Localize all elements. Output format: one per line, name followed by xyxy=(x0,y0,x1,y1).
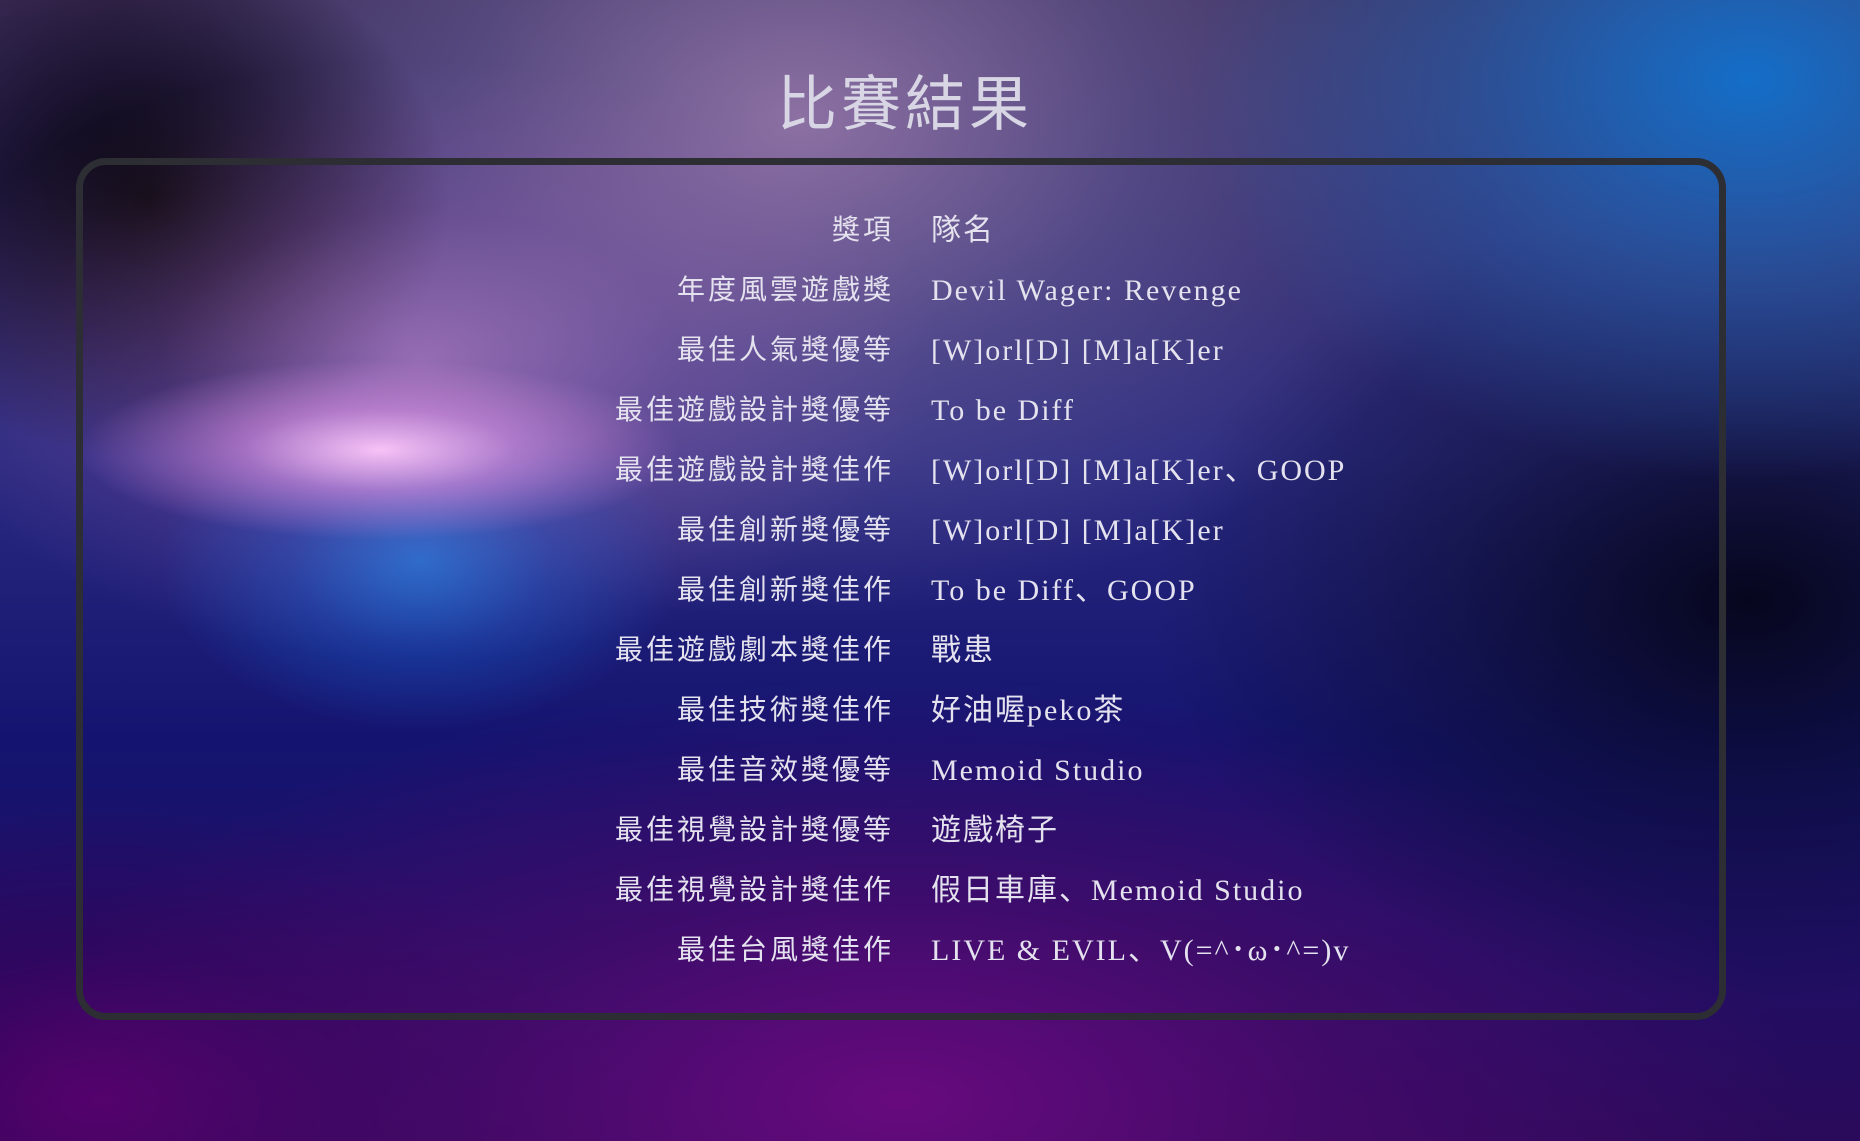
table-row: 最佳人氣獎優等 [W]orl[D] [M]a[K]er xyxy=(83,326,1719,386)
award-name: 最佳遊戲設計獎優等 xyxy=(614,393,894,426)
table-row: 最佳視覺設計獎優等 遊戲椅子 xyxy=(83,806,1719,866)
team-name: [W]orl[D] [M]a[K]er xyxy=(931,514,1225,547)
team-name: 假日車庫、Memoid Studio xyxy=(931,874,1305,907)
award-column-header: 獎項 xyxy=(831,213,894,246)
results-table: 獎項 隊名 年度風雲遊戲獎 Devil Wager: Revenge 最佳人氣獎… xyxy=(83,206,1719,986)
table-row: 最佳遊戲設計獎優等 To be Diff xyxy=(83,386,1719,446)
award-name: 最佳創新獎佳作 xyxy=(676,573,894,606)
table-row: 年度風雲遊戲獎 Devil Wager: Revenge xyxy=(83,266,1719,326)
award-name: 最佳台風獎佳作 xyxy=(676,933,894,966)
table-row: 最佳視覺設計獎佳作 假日車庫、Memoid Studio xyxy=(83,866,1719,926)
award-name: 最佳音效獎優等 xyxy=(676,753,894,786)
team-column-header: 隊名 xyxy=(931,214,995,247)
award-name: 最佳創新獎優等 xyxy=(676,513,894,546)
team-name: 好油喔peko茶 xyxy=(931,694,1126,727)
results-panel: 獎項 隊名 年度風雲遊戲獎 Devil Wager: Revenge 最佳人氣獎… xyxy=(76,158,1726,1020)
table-row: 最佳創新獎佳作 To be Diff、GOOP xyxy=(83,566,1719,626)
team-name: LIVE & EVIL、V(=^･ω･^=)v xyxy=(931,934,1351,967)
table-header-row: 獎項 隊名 xyxy=(83,206,1719,266)
table-row: 最佳音效獎優等 Memoid Studio xyxy=(83,746,1719,806)
team-name: 遊戲椅子 xyxy=(931,814,1059,847)
table-row: 最佳遊戲設計獎佳作 [W]orl[D] [M]a[K]er、GOOP xyxy=(83,446,1719,506)
team-name: To be Diff、GOOP xyxy=(931,574,1197,607)
award-name: 最佳遊戲劇本獎佳作 xyxy=(614,633,894,666)
table-row: 最佳創新獎優等 [W]orl[D] [M]a[K]er xyxy=(83,506,1719,566)
team-name: Memoid Studio xyxy=(931,754,1145,787)
table-row: 最佳台風獎佳作 LIVE & EVIL、V(=^･ω･^=)v xyxy=(83,926,1719,986)
table-row: 最佳遊戲劇本獎佳作 戰患 xyxy=(83,626,1719,686)
award-name: 最佳人氣獎優等 xyxy=(676,333,894,366)
team-name: To be Diff xyxy=(931,394,1075,427)
team-name: [W]orl[D] [M]a[K]er xyxy=(931,334,1225,367)
team-name: Devil Wager: Revenge xyxy=(931,274,1243,307)
award-name: 最佳視覺設計獎佳作 xyxy=(614,873,894,906)
team-name: 戰患 xyxy=(931,634,995,667)
team-name: [W]orl[D] [M]a[K]er、GOOP xyxy=(931,454,1347,487)
award-name: 最佳視覺設計獎優等 xyxy=(614,813,894,846)
table-row: 最佳技術獎佳作 好油喔peko茶 xyxy=(83,686,1719,746)
award-name: 年度風雲遊戲獎 xyxy=(676,273,894,306)
page-title: 比賽結果 xyxy=(777,70,1033,140)
award-name: 最佳遊戲設計獎佳作 xyxy=(614,453,894,486)
award-name: 最佳技術獎佳作 xyxy=(676,693,894,726)
